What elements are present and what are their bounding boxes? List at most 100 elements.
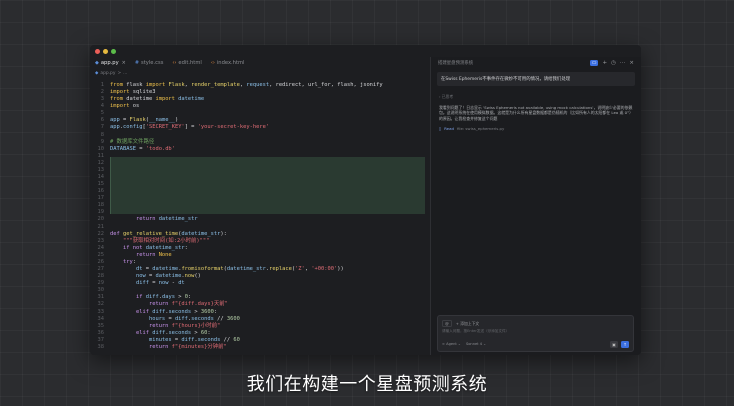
- code-token: import: [110, 103, 133, 110]
- line-number: 23: [97, 237, 105, 244]
- code-token: seconds: [168, 308, 195, 315]
- code-token: return: [148, 301, 172, 308]
- add-context-button[interactable]: + 添加上下文: [456, 321, 479, 327]
- code-text: return datetime_str: [104, 216, 198, 223]
- code-text: elif diff.seconds > 60:: [104, 330, 211, 337]
- code-token: datetime_str: [181, 230, 221, 237]
- file-ref-label: Read: [444, 126, 454, 132]
- close-icon[interactable]: ×: [122, 60, 126, 66]
- send-button[interactable]: ↑: [621, 340, 629, 348]
- history-icon[interactable]: ◷: [611, 60, 616, 66]
- chat-composer: @ + 添加上下文 请输入问题，按Enter发送（@添加文件） ∞ Agent …: [437, 315, 634, 352]
- code-text: hours = diff.seconds // 3600: [104, 316, 240, 323]
- line-number: 10: [97, 145, 105, 152]
- model-label: Sonnet 4: [465, 342, 483, 346]
- code-token: 3600: [226, 315, 240, 322]
- tab-style-css[interactable]: # style.css: [135, 60, 164, 66]
- code-token: get_relative_time: [122, 230, 179, 237]
- line-number: 6: [100, 117, 104, 124]
- html-icon: ‹›: [172, 60, 177, 66]
- code-token: :: [207, 329, 211, 336]
- code-text: minutes = diff.seconds // 60: [104, 337, 240, 344]
- tab-label: index.html: [216, 60, 245, 66]
- context-bar: @ + 添加上下文: [442, 320, 479, 327]
- tab-app-py[interactable]: ◆ app.py ×: [95, 60, 126, 66]
- code-token: elif: [135, 329, 153, 336]
- line-number: 12: [97, 159, 105, 166]
- chat-input[interactable]: 请输入问题，按Enter发送（@添加文件）: [442, 329, 509, 334]
- code-token: '+00:00': [311, 266, 338, 273]
- line-number: 1: [100, 82, 104, 88]
- tab-label: edit.html: [178, 60, 202, 66]
- image-icon[interactable]: ▣: [610, 340, 618, 348]
- code-line: 32 return f"{diff.days}天前": [90, 301, 430, 308]
- code-token: return: [135, 251, 159, 258]
- code-token: flask: [126, 82, 146, 88]
- code-line: 23 """获取相对时间(如:2小时前)""": [90, 238, 430, 245]
- code-line: 28 now = datetime.now(): [90, 273, 430, 280]
- diff-highlight: [110, 157, 425, 214]
- code-token: f"{hours}小时前": [171, 322, 221, 329]
- code-text: from datetime import datetime: [104, 96, 204, 103]
- code-line: 29 diff = now - dt: [90, 280, 430, 287]
- line-number: 17: [97, 195, 105, 202]
- maximize-window-button[interactable]: [111, 49, 116, 54]
- line-number: 20: [97, 216, 105, 223]
- code-token: 'Z': [295, 266, 305, 273]
- line-number: 19: [97, 209, 105, 216]
- code-token: //: [217, 315, 227, 322]
- code-token: DATABASE: [110, 145, 140, 152]
- line-number: 31: [97, 294, 105, 301]
- tab-index-html[interactable]: ‹› index.html: [211, 60, 245, 66]
- mode-select[interactable]: ∞ Agent ⌄: [442, 342, 461, 346]
- code-token: diff: [145, 294, 159, 301]
- code-token: return: [135, 216, 159, 223]
- code-token: minutes: [148, 336, 175, 343]
- ai-chat-panel: 搭建星盘预测系统 ▭ + ◷ ⋯ × 在Swiss Ephemeris不事件存在…: [431, 57, 641, 355]
- breadcrumb-symbol[interactable]: ...: [123, 71, 127, 76]
- line-number: 13: [97, 166, 105, 173]
- tab-edit-html[interactable]: ‹› edit.html: [172, 60, 201, 66]
- code-text: import os: [104, 103, 139, 110]
- close-icon[interactable]: ×: [629, 60, 634, 66]
- code-token: fromisoformat: [181, 266, 224, 273]
- code-token: from: [110, 82, 127, 88]
- code-token: 'SECRET_KEY': [145, 124, 185, 131]
- line-number: 24: [97, 244, 105, 251]
- code-token: sqlite3: [132, 89, 156, 96]
- code-token: hours: [148, 315, 169, 322]
- line-number: 38: [97, 343, 105, 350]
- code-token: ):: [220, 230, 227, 237]
- code-line: 2 import sqlite3: [90, 89, 430, 96]
- code-token: os: [132, 103, 140, 110]
- at-mention-button[interactable]: @: [442, 320, 452, 327]
- code-token: import: [155, 96, 179, 103]
- close-window-button[interactable]: [95, 49, 100, 54]
- file-read-reference[interactable]: ▯ Read file: swiss_ephemeris.py: [439, 126, 641, 131]
- code-token: diff: [174, 315, 188, 322]
- code-token: 60: [233, 336, 240, 343]
- code-token: now: [184, 273, 195, 280]
- user-message[interactable]: 在Swiss Ephemeris不事件存在微妙不可用的情况，请给我们处理: [437, 72, 635, 86]
- code-token: 'todo.db': [145, 145, 175, 152]
- code-token: days: [161, 294, 179, 301]
- model-select[interactable]: Sonnet 4 ⌄: [466, 342, 486, 346]
- chat-icon[interactable]: ▭: [589, 60, 599, 66]
- code-token: None: [158, 251, 172, 258]
- code-token: Flask: [168, 82, 185, 88]
- more-icon[interactable]: ⋯: [620, 60, 626, 66]
- code-token: f"{diff.days}天前": [171, 301, 228, 308]
- code-area[interactable]: 1 from flask import Flask, render_templat…: [90, 82, 430, 355]
- thinking-indicator[interactable]: › 已思考: [439, 94, 641, 100]
- breadcrumb-file[interactable]: app.py: [100, 71, 115, 76]
- python-icon: ◆: [95, 71, 99, 76]
- code-token: Flask: [129, 117, 146, 124]
- code-token: datetime_str: [158, 216, 198, 223]
- minimize-window-button[interactable]: [103, 49, 108, 54]
- ide-window: ◆ app.py × # style.css ‹› edit.html ‹› i…: [90, 45, 641, 355]
- code-text: return None: [104, 252, 172, 259]
- plus-icon[interactable]: +: [602, 60, 607, 66]
- code-text: return f"{minutes}分钟前": [104, 344, 227, 351]
